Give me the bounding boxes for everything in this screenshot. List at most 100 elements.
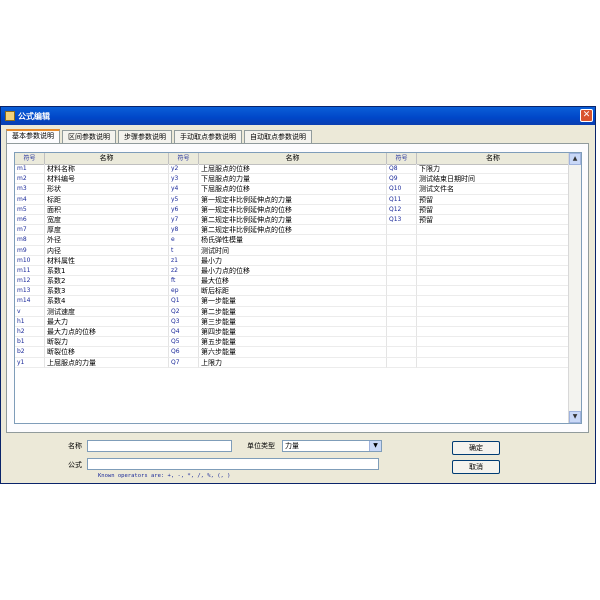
table-row[interactable]: m12 系数2 ft 最大位移 [15, 276, 570, 287]
table-row[interactable]: m11 系数1 z2 最小力点的位移 [15, 265, 570, 277]
table-row[interactable]: m1 材料名称 y2 上屈服点的位移 Q8 下限力 [15, 164, 570, 175]
ok-button[interactable]: 确定 [452, 441, 500, 455]
operators-hint: Known operators are: +, -, *, /, %, (, ) [98, 473, 231, 479]
table-row[interactable]: y1 上屈服点的力量 Q7 上限力 [15, 357, 570, 368]
header-name-2[interactable]: 名称 [199, 153, 387, 164]
cell-symbol-3 [387, 357, 417, 368]
cell-name-2: 下屈服点的力量 [199, 174, 387, 185]
cell-name-2: 第二步能量 [199, 306, 387, 317]
cell-name-2: 第一步能量 [199, 296, 387, 307]
cell-name-3 [417, 265, 570, 277]
table-row[interactable]: m9 内径 t 测试时间 [15, 245, 570, 256]
table-row[interactable]: m5 面积 y6 第一规定非比例延伸点的位移 Q12 预留 [15, 204, 570, 215]
cell-symbol-2: z1 [169, 255, 199, 266]
close-icon[interactable]: ✕ [580, 109, 593, 122]
tab-interval-params[interactable]: 区间参数说明 [62, 130, 116, 143]
cell-symbol-3 [387, 306, 417, 317]
tab-basic-params[interactable]: 基本参数说明 [6, 129, 60, 143]
cell-symbol-2: e [169, 235, 199, 246]
cell-name-1: 形状 [45, 184, 169, 195]
cell-symbol-3 [387, 286, 417, 297]
cell-name-1: 最大力 [45, 316, 169, 327]
cell-symbol-2: Q2 [169, 306, 199, 317]
cell-symbol-3 [387, 265, 417, 277]
tab-auto-point-params[interactable]: 自动取点参数说明 [244, 130, 312, 143]
cell-name-1: 材料属性 [45, 255, 169, 266]
cell-symbol-3 [387, 235, 417, 246]
header-name-1[interactable]: 名称 [45, 153, 169, 164]
name-label: 名称 [68, 442, 82, 450]
cell-name-3 [417, 306, 570, 317]
cell-symbol-3: Q11 [387, 194, 417, 205]
name-input[interactable] [87, 440, 232, 452]
cell-symbol-1: m14 [15, 296, 45, 307]
cell-name-3 [417, 327, 570, 338]
cell-symbol-2: y3 [169, 174, 199, 185]
table-row[interactable]: m13 系数3 ep 断后标距 [15, 286, 570, 297]
cell-symbol-2: y5 [169, 194, 199, 205]
cell-symbol-3 [387, 347, 417, 358]
vertical-scrollbar[interactable]: ▲ ▼ [568, 153, 581, 423]
cell-name-3: 预留 [417, 194, 570, 205]
scroll-up-icon[interactable]: ▲ [569, 153, 581, 165]
cell-name-3 [417, 357, 570, 368]
cell-name-2: 下屈服点的位移 [199, 184, 387, 195]
table-row[interactable]: m3 形状 y4 下屈服点的位移 Q10 测试文件名 [15, 184, 570, 195]
cell-name-2: 断后标距 [199, 286, 387, 297]
cell-symbol-3: Q12 [387, 204, 417, 215]
tab-manual-point-params[interactable]: 手动取点参数说明 [174, 130, 242, 143]
formula-input[interactable] [87, 458, 379, 470]
app-icon [5, 111, 15, 121]
table-row[interactable]: h2 最大力点的位移 Q4 第四步能量 [15, 327, 570, 338]
header-symbol-1[interactable]: 符号 [15, 153, 45, 164]
cell-name-1: 材料名称 [45, 164, 169, 175]
cell-name-3 [417, 337, 570, 348]
header-symbol-2[interactable]: 符号 [169, 153, 199, 164]
cell-name-2: 上限力 [199, 357, 387, 368]
tab-strip: 基本参数说明 区间参数说明 步骤参数说明 手动取点参数说明 自动取点参数说明 [6, 129, 314, 143]
cell-symbol-1: h1 [15, 316, 45, 327]
cell-name-1: 上屈服点的力量 [45, 357, 169, 368]
cell-name-1: 材料编号 [45, 174, 169, 185]
cell-symbol-2: Q7 [169, 357, 199, 368]
table-row[interactable]: m10 材料属性 z1 最小力 [15, 255, 570, 266]
cell-symbol-2: ft [169, 276, 199, 287]
cell-symbol-1: b2 [15, 347, 45, 358]
formula-editor-window: 公式编辑 ✕ 基本参数说明 区间参数说明 步骤参数说明 手动取点参数说明 自动取… [0, 106, 596, 484]
header-name-3[interactable]: 名称 [417, 153, 570, 164]
cell-symbol-1: m13 [15, 286, 45, 297]
cell-symbol-2: Q6 [169, 347, 199, 358]
table-row[interactable]: m8 外径 e 杨氏弹性模量 [15, 235, 570, 246]
window-title: 公式编辑 [18, 111, 50, 121]
table-row[interactable]: m14 系数4 Q1 第一步能量 [15, 296, 570, 307]
table-row[interactable]: v 测试速度 Q2 第二步能量 [15, 306, 570, 317]
table-row[interactable]: m4 标距 y5 第一规定非比例延伸点的力量 Q11 预留 [15, 194, 570, 205]
cell-symbol-1: m1 [15, 164, 45, 175]
cell-name-1: 系数1 [45, 265, 169, 277]
table-row[interactable]: b1 断裂力 Q5 第五步能量 [15, 337, 570, 348]
cancel-button[interactable]: 取消 [452, 460, 500, 474]
cell-name-3: 预留 [417, 214, 570, 226]
tab-step-params[interactable]: 步骤参数说明 [118, 130, 172, 143]
scroll-down-icon[interactable]: ▼ [569, 411, 581, 423]
cell-symbol-2: Q5 [169, 337, 199, 348]
cell-name-1: 厚度 [45, 225, 169, 236]
cell-name-2: 第四步能量 [199, 327, 387, 338]
table-row[interactable]: h1 最大力 Q3 第三步能量 [15, 316, 570, 327]
title-bar[interactable]: 公式编辑 ✕ [1, 107, 595, 125]
table-row[interactable]: m6 宽度 y7 第二规定非比例延伸点的力量 Q13 预留 [15, 214, 570, 226]
cell-name-2: 第三步能量 [199, 316, 387, 327]
cell-symbol-1: m12 [15, 276, 45, 287]
table-row[interactable]: m7 厚度 y8 第二规定非比例延伸点的位移 [15, 225, 570, 236]
table-row[interactable]: m2 材料编号 y3 下屈服点的力量 Q9 测试结束日期时间 [15, 174, 570, 185]
cell-symbol-1: h2 [15, 327, 45, 338]
header-symbol-3[interactable]: 符号 [387, 153, 417, 164]
cell-symbol-3 [387, 245, 417, 256]
table-row[interactable]: b2 断裂位移 Q6 第六步能量 [15, 347, 570, 358]
cell-symbol-2: t [169, 245, 199, 256]
chevron-down-icon[interactable]: ▼ [369, 441, 381, 451]
cell-name-2: 上屈服点的位移 [199, 164, 387, 175]
unit-type-select[interactable]: 力量 ▼ [282, 440, 382, 452]
table-body: m1 材料名称 y2 上屈服点的位移 Q8 下限力 m2 材料编号 y3 下屈服点的力量 Q9 测试结… [15, 164, 570, 368]
cell-name-3 [417, 286, 570, 297]
